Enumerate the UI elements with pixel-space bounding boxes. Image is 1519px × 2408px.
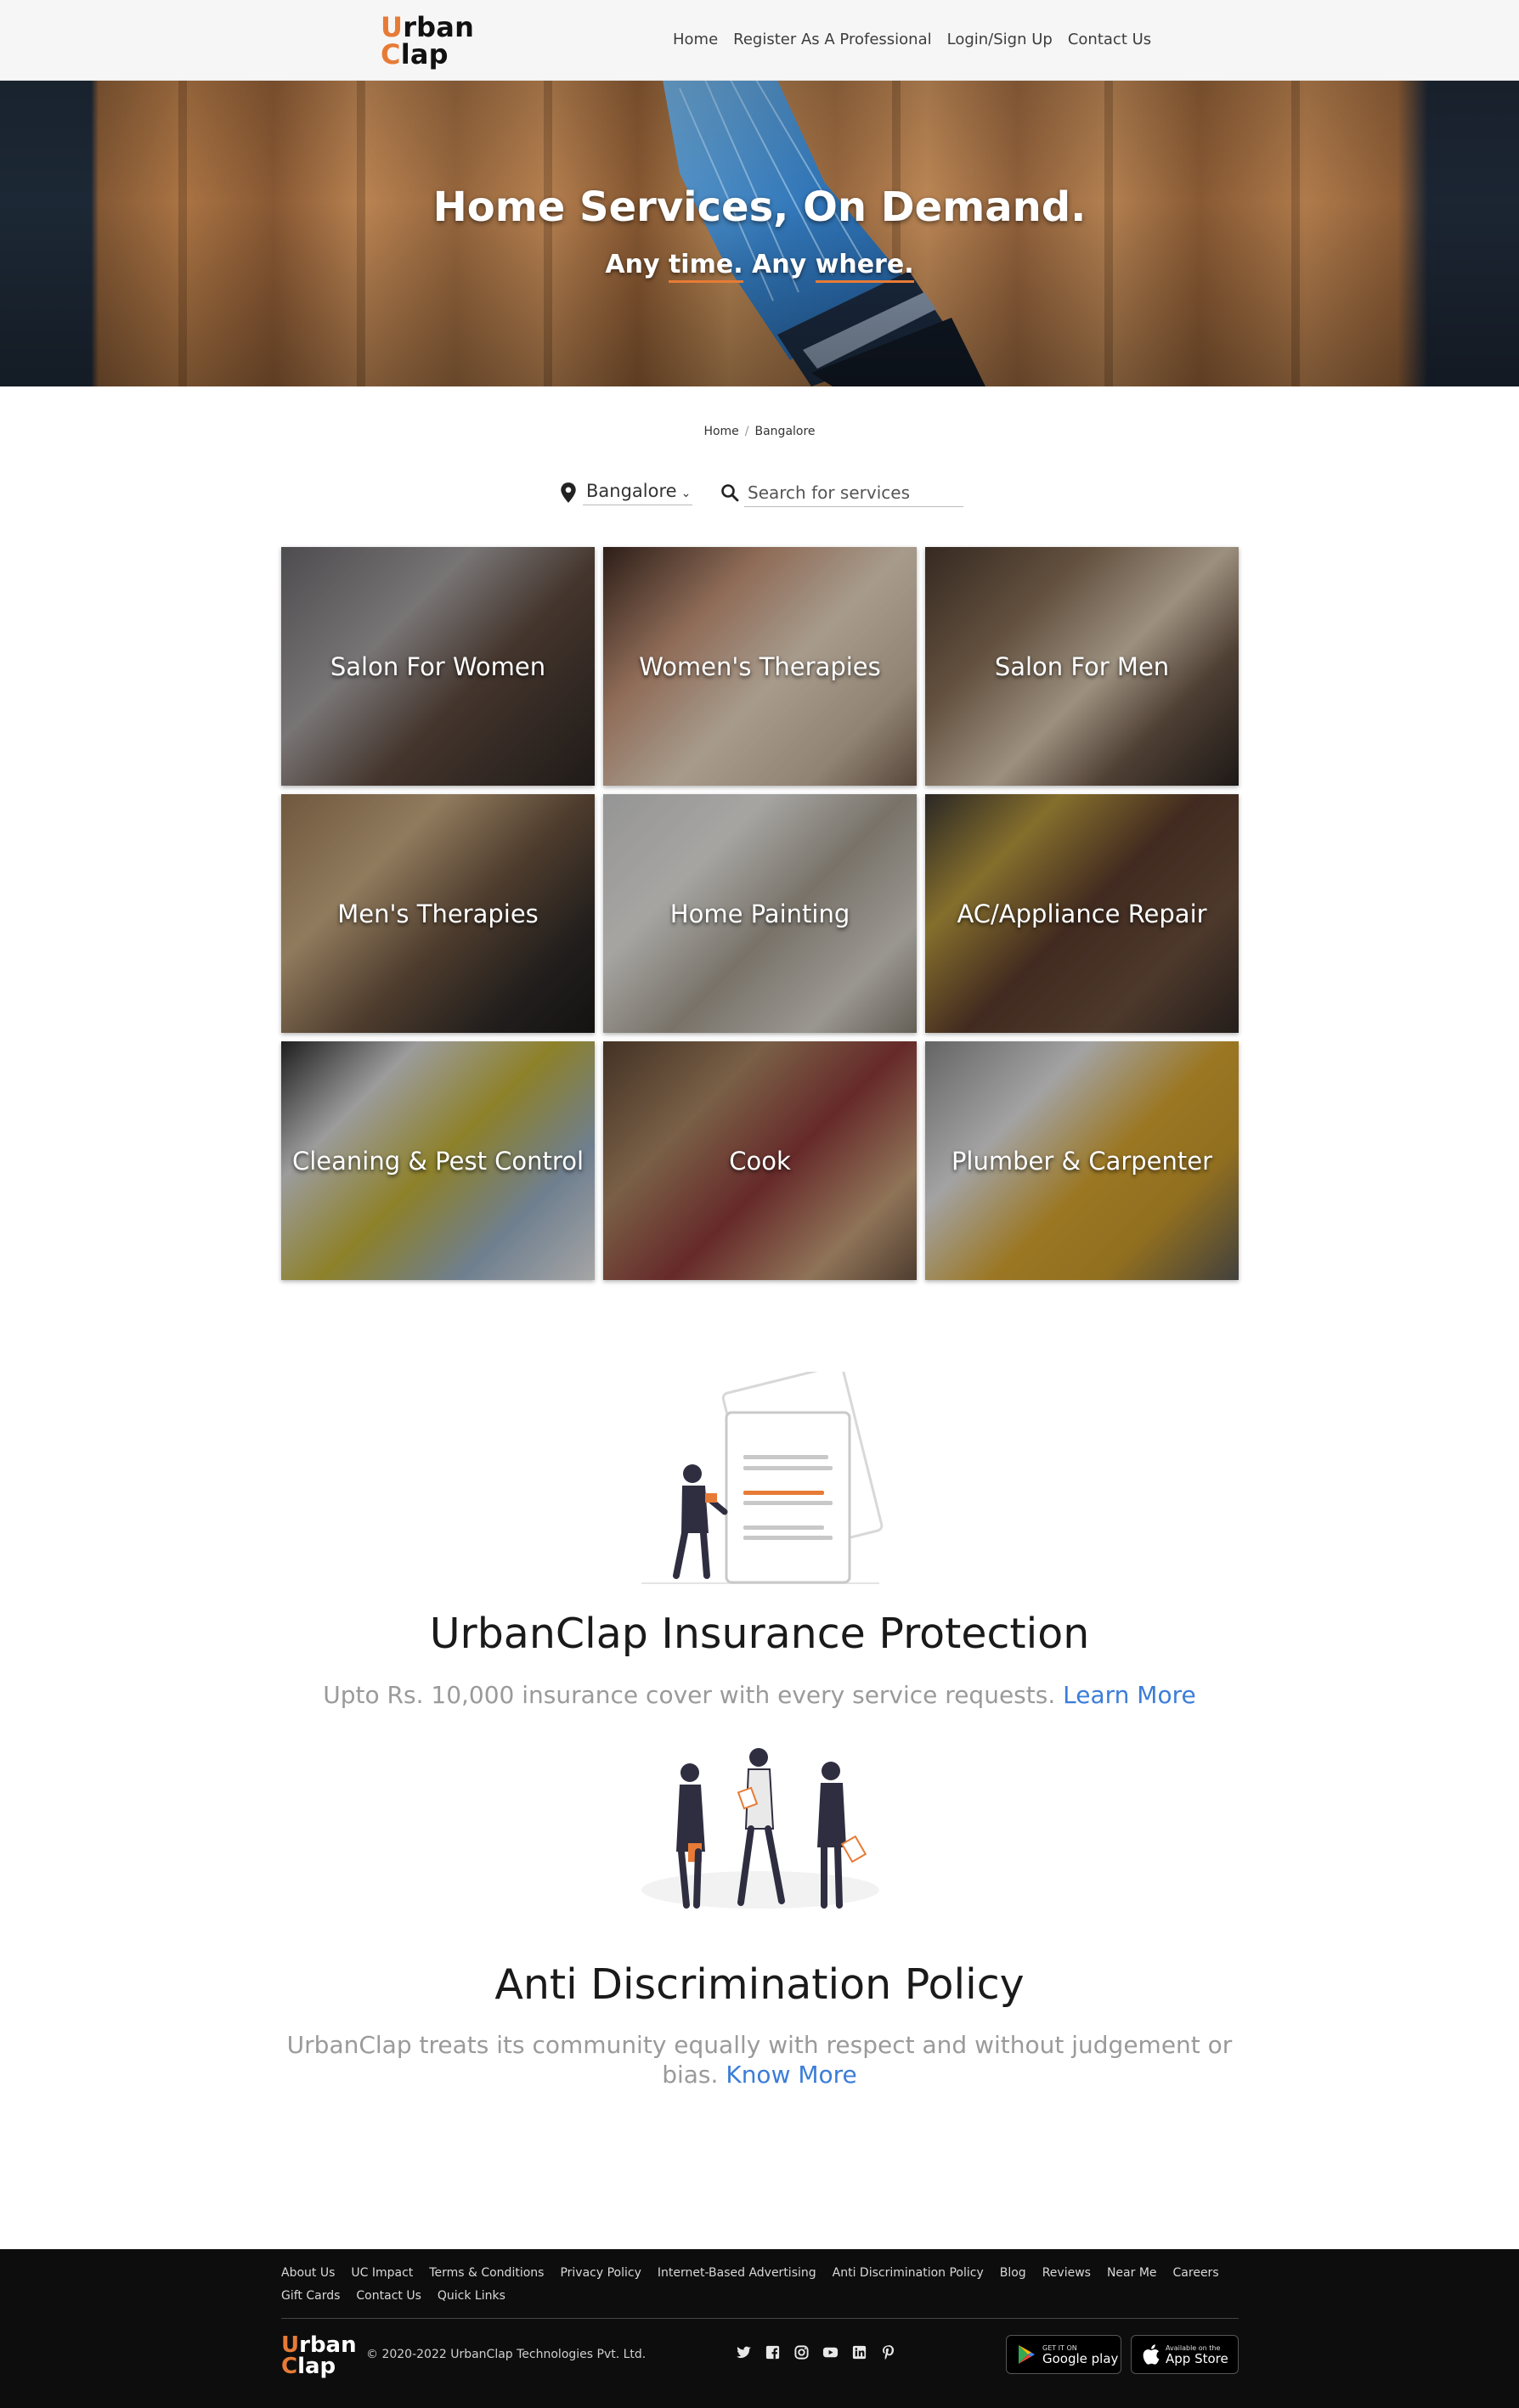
service-tile-home-painting[interactable]: Home Painting xyxy=(603,794,917,1033)
youtube-icon[interactable] xyxy=(822,2344,839,2360)
google-play-icon xyxy=(1019,2345,1035,2364)
top-nav: Home Register As A Professional Login/Si… xyxy=(673,29,1151,51)
copyright-text: © 2020-2022 UrbanClap Technologies Pvt. … xyxy=(366,2348,647,2361)
logo-text-lap: lap xyxy=(297,2354,336,2379)
nav-login-signup[interactable]: Login/Sign Up xyxy=(947,29,1053,51)
service-label: Women's Therapies xyxy=(639,651,881,681)
city-name: Bangalore xyxy=(586,480,677,501)
service-tile-mens-therapies[interactable]: Men's Therapies xyxy=(281,794,595,1033)
chevron-down-icon: ⌄ xyxy=(680,486,692,500)
insurance-text: Upto Rs. 10,000 insurance cover with eve… xyxy=(281,1680,1238,1710)
logo-letter-c: C xyxy=(281,2354,298,2379)
service-tile-ac-appliance-repair[interactable]: AC/Appliance Repair xyxy=(925,794,1239,1033)
footer-link-blog[interactable]: Blog xyxy=(1000,2266,1026,2280)
anti-discrimination-text: UrbanClap treats its community equally w… xyxy=(281,2030,1238,2089)
footer-link-internet-advertising[interactable]: Internet-Based Advertising xyxy=(658,2266,816,2280)
breadcrumb-current: Bangalore xyxy=(754,425,816,438)
footer-divider xyxy=(281,2318,1239,2319)
google-play-badge[interactable]: GET IT ON Google play xyxy=(1006,2335,1121,2374)
twitter-icon[interactable] xyxy=(736,2344,752,2360)
instagram-icon[interactable] xyxy=(793,2344,810,2360)
city-dropdown[interactable]: Bangalore ⌄ xyxy=(583,480,693,505)
service-label: Home Painting xyxy=(669,899,850,928)
urbanclap-logo[interactable]: Urban Clap xyxy=(381,14,483,68)
hero-sub-time: time. xyxy=(668,250,743,283)
team-people-illustration xyxy=(641,1748,879,1909)
hero-sub-text: Any xyxy=(743,250,816,279)
pinterest-icon[interactable] xyxy=(880,2344,896,2360)
hero-sub-text: Any xyxy=(605,250,669,279)
search-icon xyxy=(721,484,739,502)
service-label: AC/Appliance Repair xyxy=(957,899,1207,928)
nav-register-professional[interactable]: Register As A Professional xyxy=(733,29,931,51)
footer-link-quick-links[interactable]: Quick Links xyxy=(438,2289,505,2303)
know-more-link[interactable]: Know More xyxy=(726,2061,856,2089)
footer-link-uc-impact[interactable]: UC Impact xyxy=(351,2266,413,2280)
footer-logo[interactable]: Urban Clap xyxy=(281,2334,357,2379)
footer-link-near-me[interactable]: Near Me xyxy=(1107,2266,1157,2280)
hero-overlay xyxy=(0,80,1519,386)
service-tile-salon-for-men[interactable]: Salon For Men xyxy=(925,547,1239,786)
city-selector[interactable]: Bangalore ⌄ xyxy=(559,477,693,508)
service-tile-womens-therapies[interactable]: Women's Therapies xyxy=(603,547,917,786)
service-tile-cook[interactable]: Cook xyxy=(603,1041,917,1280)
app-store-text: App Store xyxy=(1166,2350,1228,2366)
search-input[interactable] xyxy=(744,478,963,507)
service-grid: Salon For Women Women's Therapies Salon … xyxy=(281,547,1239,1281)
insurance-description: Upto Rs. 10,000 insurance cover with eve… xyxy=(323,1681,1056,1709)
location-pin-icon xyxy=(561,482,576,503)
anti-discrimination-title: Anti Discrimination Policy xyxy=(494,1960,1025,2009)
footer-link-contact-us[interactable]: Contact Us xyxy=(356,2289,421,2303)
breadcrumb: Home / Bangalore xyxy=(0,425,1519,438)
footer-link-terms[interactable]: Terms & Conditions xyxy=(429,2266,544,2280)
insurance-document-illustration xyxy=(641,1372,884,1584)
site-header: Urban Clap Home Register As A Profession… xyxy=(0,0,1519,81)
learn-more-link[interactable]: Learn More xyxy=(1063,1681,1196,1709)
hero-sub-where: where. xyxy=(815,250,914,283)
nav-contact-us[interactable]: Contact Us xyxy=(1068,29,1151,51)
linkedin-icon[interactable] xyxy=(851,2344,867,2360)
footer-link-reviews[interactable]: Reviews xyxy=(1042,2266,1091,2280)
service-label: Salon For Women xyxy=(330,651,546,681)
service-tile-cleaning-pest-control[interactable]: Cleaning & Pest Control xyxy=(281,1041,595,1280)
apple-icon xyxy=(1143,2344,1160,2365)
service-label: Men's Therapies xyxy=(337,899,539,928)
service-label: Salon For Men xyxy=(994,651,1170,681)
logo-letter-c: C xyxy=(381,38,401,70)
social-icons xyxy=(736,2344,896,2360)
footer-links: About Us UC Impact Terms & Conditions Priva… xyxy=(281,2262,1241,2308)
footer-link-about-us[interactable]: About Us xyxy=(281,2266,335,2280)
app-store-badge[interactable]: Available on the App Store xyxy=(1131,2335,1239,2374)
footer-link-anti-discrimination[interactable]: Anti Discrimination Policy xyxy=(833,2266,984,2280)
nav-home[interactable]: Home xyxy=(673,29,718,51)
hero-subtitle: Any time. Any where. xyxy=(0,250,1519,283)
service-tile-plumber-carpenter[interactable]: Plumber & Carpenter xyxy=(925,1041,1239,1280)
service-label: Plumber & Carpenter xyxy=(951,1146,1213,1176)
hero-banner: Home Services, On Demand. Any time. Any … xyxy=(0,80,1519,386)
google-play-text: Google play xyxy=(1042,2350,1119,2366)
breadcrumb-separator: / xyxy=(744,425,749,438)
logo-text-lap: lap xyxy=(400,38,449,70)
footer-link-gift-cards[interactable]: Gift Cards xyxy=(281,2289,340,2303)
hero-title: Home Services, On Demand. xyxy=(432,183,1087,231)
service-search xyxy=(720,477,963,508)
service-tile-salon-for-women[interactable]: Salon For Women xyxy=(281,547,595,786)
service-label: Cook xyxy=(729,1146,791,1176)
facebook-icon[interactable] xyxy=(765,2344,781,2360)
footer-link-careers[interactable]: Careers xyxy=(1173,2266,1219,2280)
breadcrumb-home[interactable]: Home xyxy=(703,425,738,438)
service-label: Cleaning & Pest Control xyxy=(291,1146,584,1176)
footer-link-privacy[interactable]: Privacy Policy xyxy=(560,2266,641,2280)
insurance-title: UrbanClap Insurance Protection xyxy=(429,1610,1090,1658)
